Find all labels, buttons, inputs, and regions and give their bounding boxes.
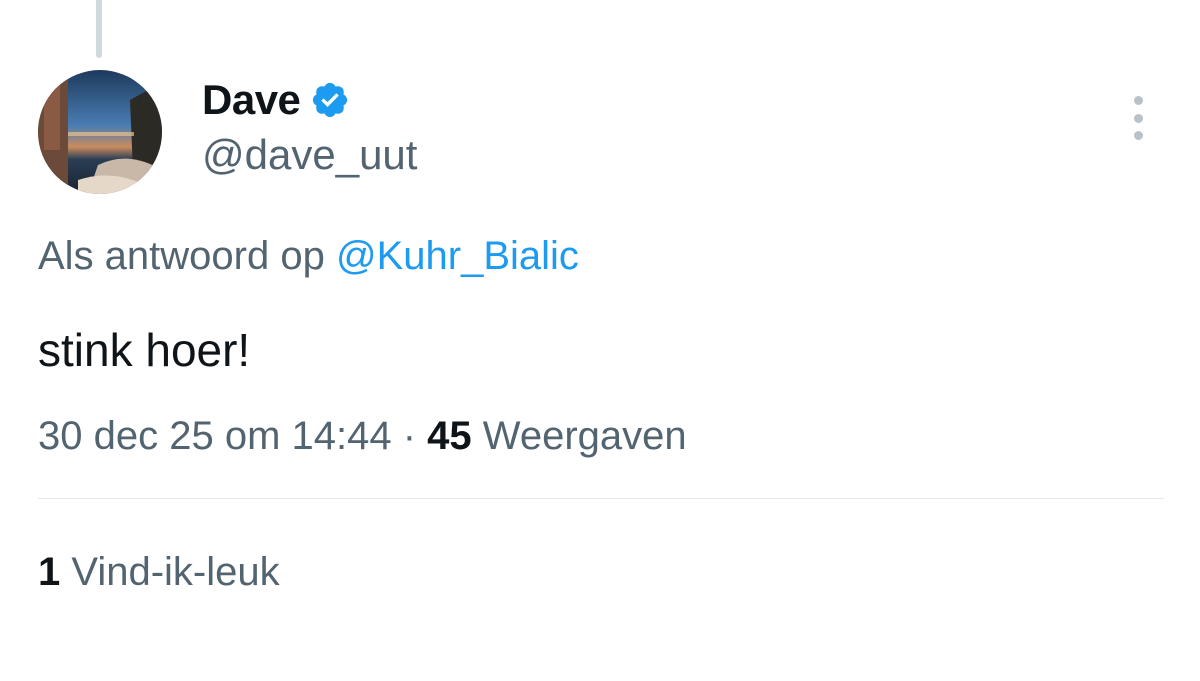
- more-dot-icon: [1133, 131, 1143, 140]
- divider: [38, 498, 1164, 499]
- thread-connector-line: [96, 0, 102, 58]
- tweet-meta: 30 dec 25 om 14:44 · 45 Weergaven: [38, 410, 687, 462]
- avatar-image: [38, 70, 162, 194]
- verified-badge-icon: [313, 82, 348, 118]
- more-dot-icon: [1133, 96, 1143, 105]
- likes-count: 1: [38, 550, 61, 594]
- meta-separator: ·: [402, 414, 417, 458]
- likes-link[interactable]: 1 Vind-ik-leuk: [38, 546, 280, 598]
- tweet-text: stink hoer!: [38, 324, 251, 376]
- more-options-icon[interactable]: [1120, 96, 1156, 140]
- reply-context: Als antwoord op @Kuhr_Bialic: [38, 230, 579, 282]
- author-display-name[interactable]: Dave: [202, 76, 301, 124]
- reply-target-link[interactable]: @Kuhr_Bialic: [336, 234, 579, 278]
- more-dot-icon: [1133, 113, 1143, 123]
- author-handle[interactable]: @dave_uut: [202, 130, 417, 180]
- likes-label: Vind-ik-leuk: [71, 550, 280, 594]
- avatar[interactable]: [38, 70, 162, 194]
- views-label: Weergaven: [482, 414, 687, 458]
- views-count: 45: [427, 414, 472, 458]
- author-name-row: Dave: [202, 72, 350, 128]
- reply-prefix: Als antwoord op: [38, 234, 325, 278]
- tweet-timestamp[interactable]: 30 dec 25 om 14:44: [38, 414, 392, 458]
